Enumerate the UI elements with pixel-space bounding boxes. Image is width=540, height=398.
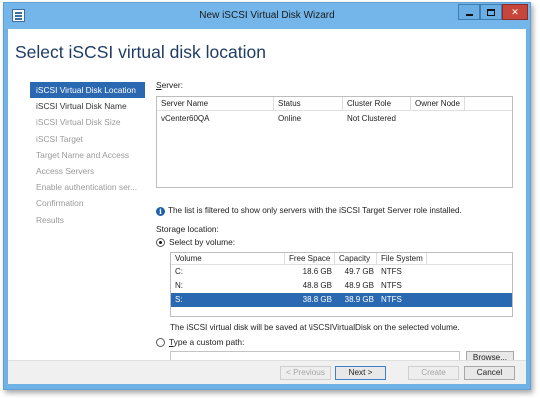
wizard-body: Select iSCSI virtual disk location iSCSI…: [8, 29, 526, 384]
column-header[interactable]: Volume: [171, 253, 285, 265]
step-item: iSCSI Virtual Disk Size: [36, 117, 121, 128]
file-system-cell: NTFS: [381, 281, 402, 290]
title-bar[interactable]: New iSCSI Virtual Disk Wizard ✕: [4, 3, 530, 29]
step-item[interactable]: iSCSI Virtual Disk Name: [30, 98, 145, 114]
table-row-selected[interactable]: S: 38.8 GB 38.9 GB NTFS: [171, 293, 512, 307]
capacity-cell: 38.9 GB: [344, 295, 374, 304]
wizard-footer: < Previous Next > Create Cancel: [8, 360, 526, 384]
create-button[interactable]: Create: [408, 366, 459, 380]
save-location-note: The iSCSI virtual disk will be saved at …: [170, 323, 460, 332]
step-item: Target Name and Access: [36, 149, 130, 160]
server-name-cell: vCenter60QA: [161, 114, 210, 123]
custom-path-label[interactable]: Type a custom path:: [169, 337, 244, 347]
minimize-button[interactable]: [458, 4, 480, 20]
close-icon: ✕: [511, 7, 519, 17]
server-table[interactable]: Server Name Status Cluster Role Owner No…: [156, 96, 513, 188]
free-space-cell: 38.8 GB: [302, 295, 332, 304]
window-title: New iSCSI Virtual Disk Wizard: [199, 10, 335, 21]
previous-button[interactable]: < Previous: [280, 366, 331, 380]
wizard-window: New iSCSI Virtual Disk Wizard ✕ Select i…: [3, 2, 531, 390]
volume-table-header: Volume Free Space Capacity File System: [171, 253, 512, 265]
column-header[interactable]: File System: [377, 253, 427, 265]
owner-node-cell: [411, 111, 465, 126]
step-item: Confirmation: [36, 198, 84, 209]
file-system-cell: NTFS: [381, 295, 402, 304]
step-item: Results: [36, 214, 64, 225]
table-row[interactable]: vCenter60QA Online Not Clustered: [157, 111, 512, 126]
column-header[interactable]: Server Name: [157, 97, 274, 111]
filter-info: i The list is filtered to show only serve…: [156, 206, 462, 216]
step-item: iSCSI Target: [36, 133, 83, 144]
column-header[interactable]: Cluster Role: [343, 97, 411, 111]
maximize-icon: [487, 9, 495, 17]
close-button[interactable]: ✕: [502, 4, 528, 20]
file-system-cell: NTFS: [381, 267, 402, 276]
cluster-role-cell: Not Clustered: [347, 114, 396, 123]
select-by-volume-radio[interactable]: [156, 238, 165, 247]
maximize-button[interactable]: [480, 4, 502, 20]
page-title: Select iSCSI virtual disk location: [15, 42, 266, 62]
volume-table[interactable]: Volume Free Space Capacity File System C…: [170, 252, 513, 317]
free-space-cell: 48.8 GB: [302, 281, 332, 290]
column-header[interactable]: Owner Node: [411, 97, 465, 111]
info-icon: i: [156, 207, 165, 216]
server-status-cell: Online: [278, 114, 302, 123]
volume-cell: N:: [175, 281, 183, 290]
table-row[interactable]: C: 18.6 GB 49.7 GB NTFS: [171, 265, 512, 279]
step-item: Enable authentication ser...: [36, 182, 138, 193]
next-button[interactable]: Next >: [335, 366, 386, 380]
step-item: Access Servers: [36, 165, 95, 176]
capacity-cell: 48.9 GB: [344, 281, 374, 290]
step-item[interactable]: iSCSI Virtual Disk Location: [30, 82, 145, 99]
minimize-icon: [465, 13, 473, 16]
capacity-cell: 49.7 GB: [344, 267, 374, 276]
column-header[interactable]: Status: [274, 97, 343, 111]
wizard-steps: iSCSI Virtual Disk Location iSCSI Virtua…: [30, 82, 145, 228]
select-by-volume-label[interactable]: Select by volume:: [169, 237, 235, 247]
storage-location-label: Storage location:: [156, 224, 219, 234]
column-header[interactable]: Free Space: [285, 253, 335, 265]
volume-cell: C:: [175, 267, 183, 276]
cancel-button[interactable]: Cancel: [464, 366, 515, 380]
table-row[interactable]: N: 48.8 GB 48.9 GB NTFS: [171, 279, 512, 293]
volume-cell: S:: [175, 295, 183, 304]
custom-path-radio[interactable]: [156, 338, 165, 347]
server-label: Server:: [156, 80, 184, 90]
filter-info-text: The list is filtered to show only server…: [168, 206, 462, 215]
column-header[interactable]: Capacity: [335, 253, 377, 265]
free-space-cell: 18.6 GB: [302, 267, 332, 276]
server-table-header: Server Name Status Cluster Role Owner No…: [157, 97, 512, 111]
